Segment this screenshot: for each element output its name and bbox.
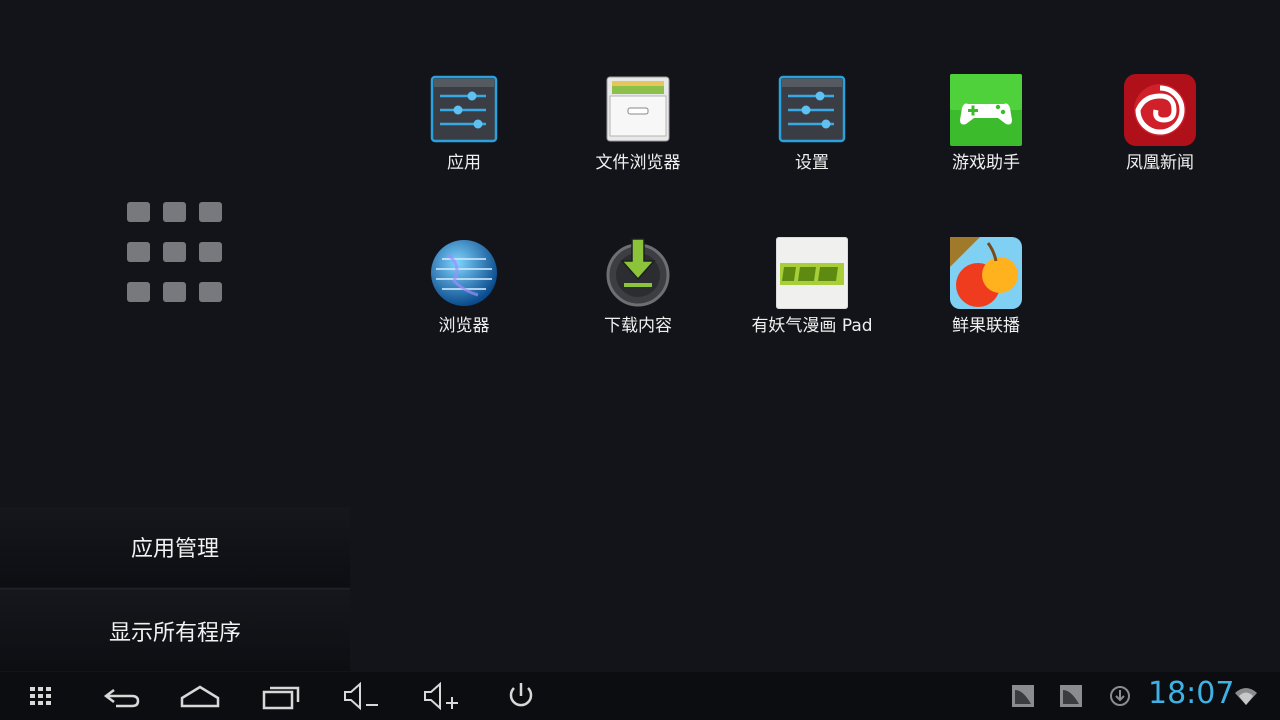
app-label: 应用: [447, 153, 481, 173]
comic-icon: [776, 237, 848, 309]
app-xianguo[interactable]: 鲜果联播: [899, 237, 1073, 347]
app-phoenix-news[interactable]: 凤凰新闻: [1073, 74, 1247, 184]
left-panel: 应用管理 显示所有程序: [0, 0, 350, 672]
all-apps-grid-icon: [127, 202, 223, 302]
volume-down-icon[interactable]: [336, 678, 386, 714]
app-settings[interactable]: 设置: [725, 74, 899, 184]
app-label: 设置: [795, 153, 829, 173]
app-youyaoqi-comic[interactable]: 有妖气漫画 Pad: [725, 237, 899, 347]
gamepad-icon: [950, 74, 1022, 146]
sd-card-notification-icon[interactable]: [1011, 684, 1035, 708]
app-browser[interactable]: 浏览器: [377, 237, 551, 347]
recents-icon[interactable]: [256, 678, 306, 714]
clock: 18:07: [1148, 676, 1235, 711]
settings-sliders-icon: [778, 75, 846, 143]
app-downloads[interactable]: 下载内容: [551, 237, 725, 347]
navigation-bar: [0, 672, 1280, 720]
show-all-apps-button[interactable]: 显示所有程序: [0, 591, 350, 671]
wifi-icon: [1235, 688, 1257, 705]
app-apps[interactable]: 应用: [377, 74, 551, 184]
app-label: 游戏助手: [952, 153, 1020, 173]
usb-notification-icon[interactable]: [1059, 684, 1083, 708]
settings-sliders-icon: [430, 75, 498, 143]
app-label: 下载内容: [604, 316, 672, 336]
app-label: 凤凰新闻: [1126, 153, 1194, 173]
globe-icon: [431, 240, 497, 306]
back-icon[interactable]: [96, 678, 146, 714]
app-label: 鲜果联播: [952, 316, 1020, 336]
app-label: 文件浏览器: [595, 153, 681, 173]
apps-icon[interactable]: [16, 678, 66, 714]
volume-up-icon[interactable]: [416, 678, 466, 714]
app-label: 有妖气漫画 Pad: [751, 316, 873, 336]
home-icon[interactable]: [175, 678, 225, 714]
phoenix-icon: [1124, 74, 1196, 146]
panel-divider: [0, 588, 350, 590]
app-game-helper[interactable]: 游戏助手: [899, 74, 1073, 184]
cherry-hd-icon: [950, 237, 1022, 309]
file-cabinet-icon: [606, 76, 670, 142]
app-file-browser[interactable]: 文件浏览器: [551, 74, 725, 184]
app-manager-button[interactable]: 应用管理: [0, 507, 350, 587]
download-icon: [606, 238, 670, 307]
power-icon[interactable]: [496, 678, 546, 714]
app-label: 浏览器: [438, 316, 490, 336]
download-status-icon[interactable]: [1108, 684, 1132, 708]
